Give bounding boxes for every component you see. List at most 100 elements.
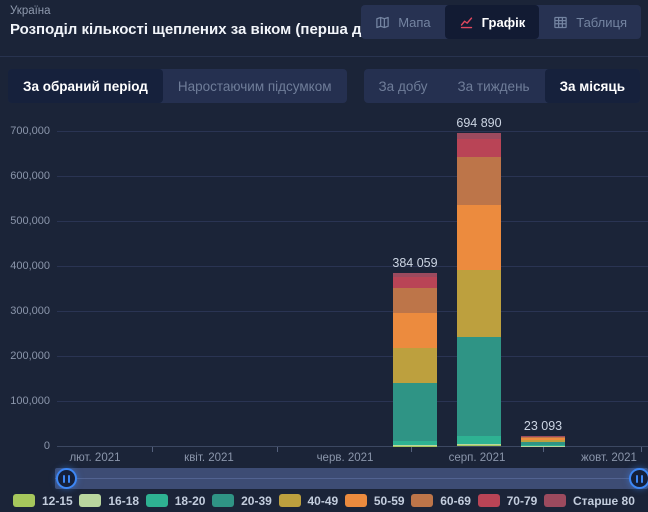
bar-segment-18-20[interactable] xyxy=(393,441,437,445)
bar-segment-60-69[interactable] xyxy=(521,436,565,437)
chart-legend: 12-15 16-18 18-20 20-39 40-49 50-59 60-69 70-79… xyxy=(0,489,648,512)
view-map-button[interactable]: Мапа xyxy=(361,5,444,39)
bar-total-label: 384 059 xyxy=(392,256,437,270)
legend-label: 70-79 xyxy=(507,494,538,508)
legend-item-старше-80[interactable]: Старше 80 xyxy=(544,494,635,508)
header: Україна Розподіл кількості щеплених за в… xyxy=(0,0,648,57)
gridline xyxy=(57,311,648,312)
legend-swatch xyxy=(411,494,433,507)
bar-segment-18-20[interactable] xyxy=(457,436,501,444)
y-axis-tick-label: 700,000 xyxy=(0,125,50,137)
period-mode-1-button[interactable]: Наростаючим підсумком xyxy=(163,69,347,103)
legend-swatch xyxy=(13,494,35,507)
gridline xyxy=(57,266,648,267)
gridline xyxy=(57,221,648,222)
legend-label: 16-18 xyxy=(108,494,139,508)
legend-item-18-20[interactable]: 18-20 xyxy=(146,494,206,508)
gridline xyxy=(57,401,648,402)
legend-item-12-15[interactable]: 12-15 xyxy=(13,494,73,508)
legend-item-70-79[interactable]: 70-79 xyxy=(478,494,538,508)
x-axis-tick-mark xyxy=(277,447,278,452)
bar-segment-12-15[interactable] xyxy=(457,445,501,446)
view-button-label: Таблиця xyxy=(576,15,627,30)
bar-segment-18-20[interactable] xyxy=(521,445,565,446)
view-table-button[interactable]: Таблиця xyxy=(539,5,641,39)
legend-item-60-69[interactable]: 60-69 xyxy=(411,494,471,508)
legend-label: 18-20 xyxy=(175,494,206,508)
y-axis-tick-label: 600,000 xyxy=(0,170,50,182)
legend-item-20-39[interactable]: 20-39 xyxy=(212,494,272,508)
bar-segment-40-49[interactable] xyxy=(457,270,501,337)
granularity-1-button[interactable]: За тиждень xyxy=(443,69,545,103)
view-button-label: Графік xyxy=(482,15,526,30)
chart-icon xyxy=(459,15,474,30)
range-handle-right[interactable] xyxy=(629,468,648,489)
table-icon xyxy=(553,15,568,30)
bar-segment-40-49[interactable] xyxy=(521,440,565,442)
x-axis-tick-label: серп. 2021 xyxy=(449,452,506,464)
x-axis-tick-label: жовт. 2021 xyxy=(581,452,637,464)
y-axis-tick-label: 200,000 xyxy=(0,350,50,362)
bar-segment-70-79[interactable] xyxy=(457,139,501,157)
legend-swatch xyxy=(279,494,301,507)
legend-label: 40-49 xyxy=(308,494,339,508)
x-axis-tick-mark xyxy=(152,447,153,452)
view-switcher: Мапа Графік Таблиця xyxy=(361,5,641,39)
bar-segment-50-59[interactable] xyxy=(457,205,501,270)
region-label: Україна xyxy=(10,5,51,17)
x-axis-tick-mark xyxy=(411,447,412,452)
legend-item-50-59[interactable]: 50-59 xyxy=(345,494,405,508)
bar-total-label: 694 890 xyxy=(456,116,501,130)
bar-segment-старше-80[interactable] xyxy=(393,273,437,277)
bar-segment-16-18[interactable] xyxy=(457,444,501,446)
range-handle-left[interactable] xyxy=(56,468,77,489)
pause-icon xyxy=(68,475,70,483)
stacked-bar-chart: 0100,000200,000300,000400,000500,000600,… xyxy=(0,110,648,462)
map-icon xyxy=(375,15,390,30)
bar-segment-50-59[interactable] xyxy=(521,438,565,440)
granularity-0-button[interactable]: За добу xyxy=(364,69,443,103)
x-axis-tick-label: квіт. 2021 xyxy=(184,452,234,464)
pause-icon xyxy=(641,475,643,483)
period-mode-group: За обраний періодНаростаючим підсумком xyxy=(8,69,347,103)
legend-label: Старше 80 xyxy=(573,494,635,508)
bar-segment-16-18[interactable] xyxy=(393,445,437,446)
legend-item-16-18[interactable]: 16-18 xyxy=(79,494,139,508)
time-range-slider xyxy=(0,468,648,490)
legend-label: 12-15 xyxy=(42,494,73,508)
bar-segment-40-49[interactable] xyxy=(393,348,437,383)
pause-icon xyxy=(63,475,65,483)
vaccination-dashboard: Україна Розподіл кількості щеплених за в… xyxy=(0,0,648,512)
bar-segment-60-69[interactable] xyxy=(393,288,437,313)
bar-segment-старше-80[interactable] xyxy=(521,436,565,437)
legend-swatch xyxy=(212,494,234,507)
x-axis-tick-mark xyxy=(641,447,642,452)
bar-segment-12-15[interactable] xyxy=(393,446,437,447)
pause-icon xyxy=(636,475,638,483)
legend-swatch xyxy=(146,494,168,507)
bar-segment-50-59[interactable] xyxy=(393,313,437,348)
slider-track[interactable] xyxy=(55,468,648,489)
y-axis-tick-label: 400,000 xyxy=(0,260,50,272)
bar-segment-20-39[interactable] xyxy=(393,383,437,441)
legend-swatch xyxy=(478,494,500,507)
legend-item-40-49[interactable]: 40-49 xyxy=(279,494,339,508)
y-axis-tick-label: 100,000 xyxy=(0,395,50,407)
bar-segment-старше-80[interactable] xyxy=(457,133,501,138)
period-mode-0-button[interactable]: За обраний період xyxy=(8,69,163,103)
bar-total-label: 23 093 xyxy=(524,419,562,433)
view-chart-button[interactable]: Графік xyxy=(445,5,540,39)
bar-segment-70-79[interactable] xyxy=(393,277,437,288)
legend-swatch xyxy=(544,494,566,507)
legend-label: 60-69 xyxy=(440,494,471,508)
bar-segment-60-69[interactable] xyxy=(457,157,501,205)
gridline xyxy=(57,131,648,132)
view-button-label: Мапа xyxy=(398,15,430,30)
x-axis-tick-label: лют. 2021 xyxy=(69,452,120,464)
bar-segment-20-39[interactable] xyxy=(457,337,501,436)
bar-segment-20-39[interactable] xyxy=(521,442,565,445)
legend-swatch xyxy=(79,494,101,507)
toolbar: За обраний періодНаростаючим підсумком З… xyxy=(0,69,648,103)
x-axis-tick-mark xyxy=(543,447,544,452)
granularity-2-button[interactable]: За місяць xyxy=(545,69,640,103)
